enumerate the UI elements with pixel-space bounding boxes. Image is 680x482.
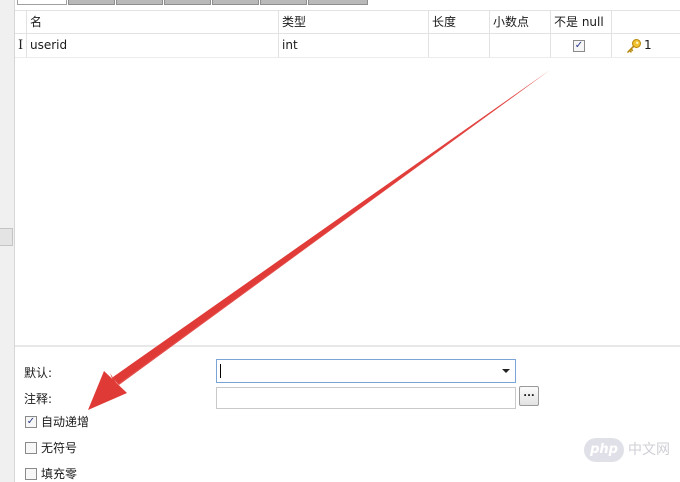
cell-name[interactable]: userid [26, 34, 279, 57]
not-null-checkbox[interactable]: ✓ [573, 40, 585, 52]
header-not-null[interactable]: 不是 null [551, 11, 612, 33]
header-key[interactable] [612, 11, 680, 33]
unsigned-checkbox[interactable] [25, 442, 37, 454]
header-name[interactable]: 名 [26, 11, 279, 33]
field-properties-panel: 默认: 注释: ... ✓ 自动递增 无符号 填充零 [15, 345, 680, 482]
splitter-handle[interactable] [0, 228, 13, 246]
cell-type[interactable]: int [279, 34, 429, 57]
table-row[interactable]: I userid int ✓ 1 [15, 34, 680, 58]
zerofill-label[interactable]: 填充零 [41, 466, 77, 482]
left-gutter [0, 0, 15, 482]
header-type[interactable]: 类型 [279, 11, 429, 33]
comment-input[interactable] [216, 387, 516, 409]
default-label: 默认: [24, 366, 53, 380]
watermark-text: 中文网 [628, 442, 670, 458]
auto-increment-checkbox[interactable]: ✓ [25, 416, 37, 428]
cell-not-null[interactable]: ✓ [551, 34, 612, 57]
header-length[interactable]: 长度 [429, 11, 490, 33]
header-decimals[interactable]: 小数点 [490, 11, 551, 33]
zerofill-checkbox[interactable] [25, 468, 37, 480]
text-cursor-icon: I [18, 38, 24, 53]
comment-ellipsis-button[interactable]: ... [519, 386, 539, 406]
unsigned-label[interactable]: 无符号 [41, 440, 77, 456]
watermark-logo: php [584, 438, 624, 462]
fields-grid: 名 类型 长度 小数点 不是 null I userid int ✓ 1 [15, 5, 680, 345]
cell-key[interactable]: 1 [612, 34, 680, 57]
chevron-down-icon[interactable] [502, 369, 510, 373]
grid-header: 名 类型 长度 小数点 不是 null [15, 10, 680, 34]
cell-length[interactable] [429, 34, 490, 57]
default-combobox[interactable] [216, 359, 516, 383]
cell-decimals[interactable] [490, 34, 551, 57]
auto-increment-label[interactable]: 自动递增 [41, 414, 89, 430]
key-icon [627, 39, 641, 53]
primary-key-order: 1 [644, 38, 652, 52]
text-caret [220, 364, 221, 378]
comment-label: 注释: [24, 392, 53, 406]
